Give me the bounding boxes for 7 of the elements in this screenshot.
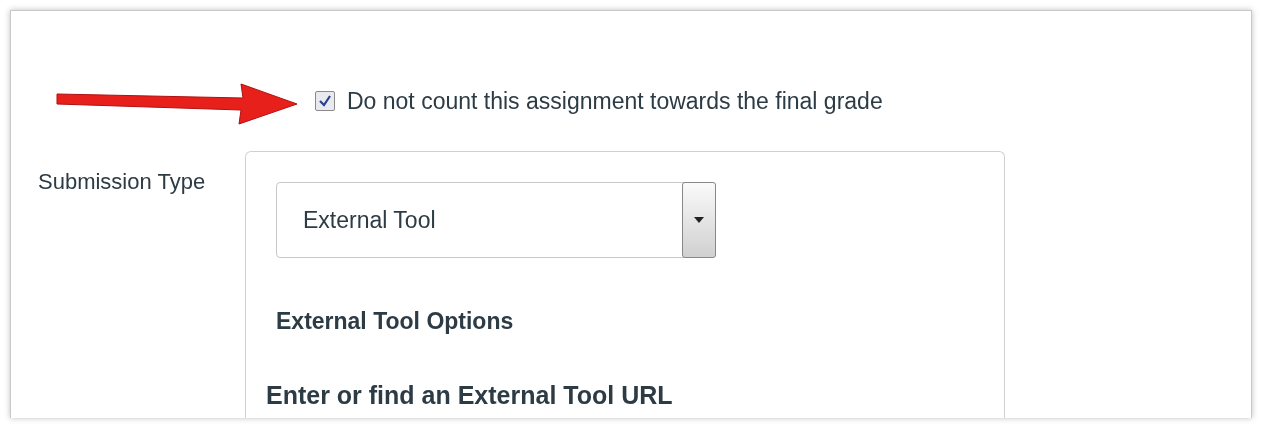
section-heading: Enter or find an External Tool URL bbox=[266, 379, 674, 411]
checkbox[interactable] bbox=[315, 91, 335, 111]
caret-icon bbox=[694, 217, 704, 223]
submission-type-select[interactable]: External Tool bbox=[276, 182, 716, 258]
field-label: Submission Type bbox=[37, 168, 207, 196]
checkbox-label: Do not count this assignment towards the final grade bbox=[347, 86, 883, 116]
section-heading: External Tool Options bbox=[276, 307, 515, 336]
